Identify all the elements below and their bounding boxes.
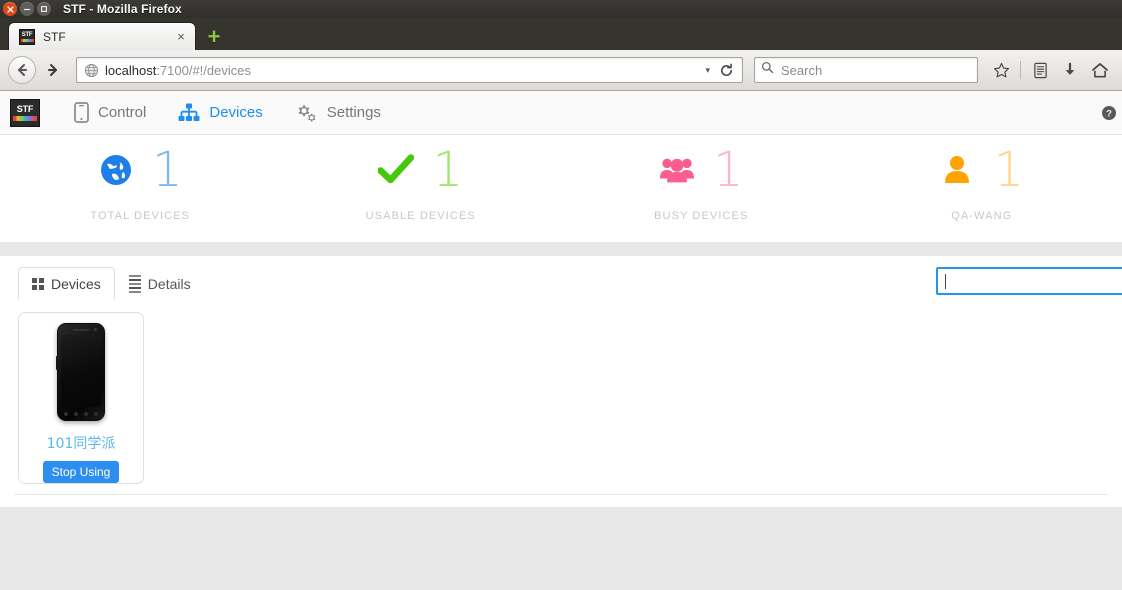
stat-qa-wang-label: QA-WANG [951, 210, 1013, 222]
panel-footer-pad [0, 495, 1122, 507]
stf-page: STF Control Devices Settings ? 1 TOTAL D… [0, 91, 1122, 590]
stat-busy-devices-value: 1 [712, 142, 744, 198]
nav-item-devices-label: Devices [209, 104, 263, 121]
stat-busy-devices: 1 BUSY DEVICES [561, 135, 842, 222]
stat-usable-devices: 1 USABLE DEVICES [281, 135, 562, 222]
stat-total-devices-label: TOTAL DEVICES [90, 210, 191, 222]
stats-row: 1 TOTAL DEVICES 1 USABLE DEVICES 1 BUSY … [0, 135, 1122, 242]
firefox-window: STF - Mozilla Firefox STF STF × + localh… [0, 0, 1122, 590]
browser-toolbar-icons [987, 56, 1114, 84]
new-tab-button[interactable]: + [202, 24, 226, 50]
tab-details[interactable]: Details [115, 267, 205, 300]
url-text: localhost:7100/#!/devices [105, 63, 251, 78]
user-icon [939, 152, 975, 188]
browser-tab-title: STF [43, 29, 66, 44]
device-name[interactable]: 101同学派 [47, 433, 116, 453]
url-path: :7100/#!/devices [156, 62, 251, 78]
devices-panel: Devices Details 101同学派 Stop Using [0, 256, 1122, 507]
device-grid: 101同学派 Stop Using [0, 300, 1122, 484]
nav-item-control-label: Control [98, 104, 147, 121]
help-circle-icon[interactable]: ? [1101, 105, 1117, 121]
panel-tab-row: Devices Details [0, 256, 1122, 300]
stat-qa-wang: 1 QA-WANG [842, 135, 1122, 222]
nav-item-devices[interactable]: Devices [162, 91, 278, 135]
nav-item-control[interactable]: Control [58, 91, 162, 135]
tab-details-label: Details [147, 275, 191, 292]
stat-total-devices: 1 TOTAL DEVICES [0, 135, 281, 222]
device-search-input[interactable] [936, 267, 1122, 295]
nav-item-settings[interactable]: Settings [279, 91, 397, 135]
users-icon [659, 152, 695, 188]
tab-devices-label: Devices [51, 275, 101, 292]
stf-top-nav: STF Control Devices Settings ? [0, 91, 1122, 135]
window-minimize-button[interactable] [20, 2, 34, 16]
text-cursor [945, 273, 946, 289]
android-phone-image [56, 323, 105, 421]
forward-icon[interactable] [39, 56, 67, 84]
stf-logo-icon[interactable]: STF [10, 98, 40, 127]
back-icon[interactable] [8, 56, 36, 84]
stf-favicon-icon: STF [19, 28, 35, 45]
search-icon [761, 61, 774, 79]
browser-search-bar[interactable]: Search [754, 57, 978, 83]
window-maximize-button[interactable] [37, 2, 51, 16]
mobile-phone-icon [74, 102, 89, 123]
device-card[interactable]: 101同学派 Stop Using [18, 312, 144, 484]
nav-item-settings-label: Settings [326, 104, 381, 121]
stf-logo-text: STF [16, 104, 34, 114]
stat-total-devices-value: 1 [151, 142, 183, 198]
url-bar[interactable]: localhost:7100/#!/devices ▾ [76, 57, 743, 83]
browser-tab-stf[interactable]: STF STF × [8, 22, 196, 50]
downloads-icon[interactable] [1056, 56, 1084, 84]
stat-usable-devices-label: USABLE DEVICES [365, 210, 476, 222]
stats-content-gap [0, 242, 1122, 256]
svg-text:?: ? [1106, 108, 1112, 119]
stat-busy-devices-label: BUSY DEVICES [654, 210, 749, 222]
grid-icon [32, 277, 44, 290]
reader-list-icon[interactable] [1026, 56, 1054, 84]
globe-icon [84, 63, 99, 78]
stop-using-button[interactable]: Stop Using [42, 461, 120, 483]
gears-icon [295, 102, 318, 123]
sitemap-icon [178, 103, 200, 122]
window-titlebar: STF - Mozilla Firefox [0, 0, 1122, 18]
url-host: localhost [105, 62, 157, 78]
stat-usable-devices-value: 1 [432, 142, 464, 198]
browser-navbar: localhost:7100/#!/devices ▾ Search [0, 50, 1122, 91]
bookmark-star-icon[interactable] [987, 56, 1015, 84]
window-controls [3, 2, 51, 16]
window-title: STF - Mozilla Firefox [63, 2, 182, 16]
browser-search-placeholder: Search [781, 62, 823, 78]
browser-tabstrip: STF STF × + [0, 18, 1122, 50]
list-icon [128, 274, 141, 293]
check-icon [378, 152, 415, 188]
globe-icon [98, 152, 134, 188]
tab-devices[interactable]: Devices [18, 267, 115, 300]
close-icon[interactable]: × [173, 29, 189, 45]
home-icon[interactable] [1086, 56, 1114, 84]
stf-logo-colorbar [13, 116, 37, 121]
reload-icon[interactable] [716, 60, 736, 80]
stat-qa-wang-value: 1 [993, 142, 1025, 198]
chevron-down-icon[interactable]: ▾ [705, 65, 710, 76]
window-close-button[interactable] [3, 2, 17, 16]
